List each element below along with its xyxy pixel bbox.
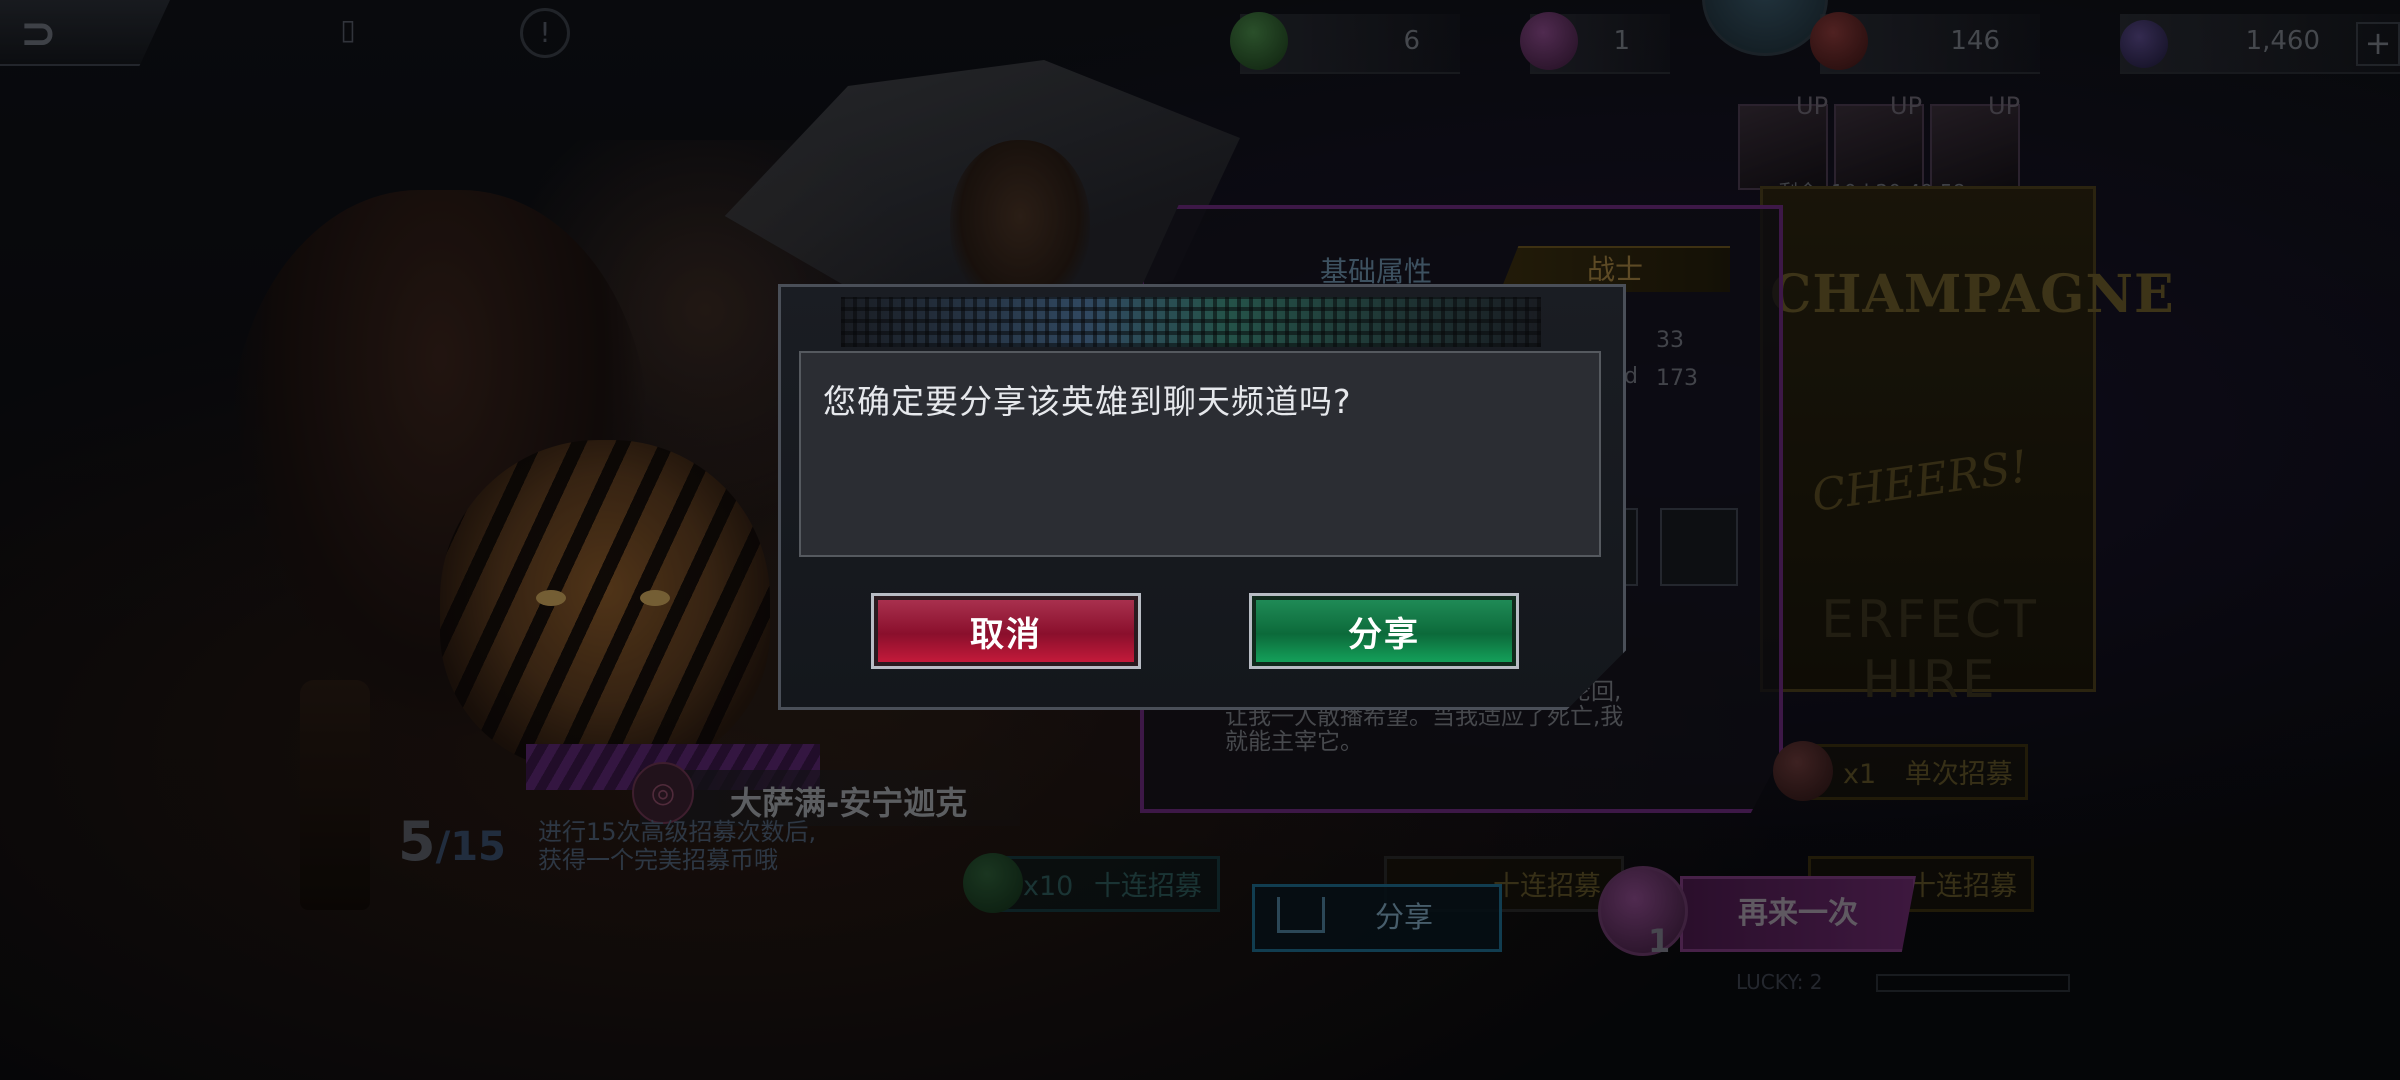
- confirm-share-button[interactable]: 分享: [1249, 593, 1519, 669]
- confirm-share-label: 分享: [1256, 600, 1512, 662]
- dialog-pixel-decoration: [841, 297, 1541, 347]
- share-confirm-dialog: 您确定要分享该英雄到聊天频道吗? 取消 分享: [778, 284, 1626, 710]
- dialog-message: 您确定要分享该英雄到聊天频道吗?: [823, 382, 1352, 421]
- cancel-button[interactable]: 取消: [871, 593, 1141, 669]
- cancel-label: 取消: [878, 600, 1134, 662]
- dialog-message-box: 您确定要分享该英雄到聊天频道吗?: [799, 351, 1601, 557]
